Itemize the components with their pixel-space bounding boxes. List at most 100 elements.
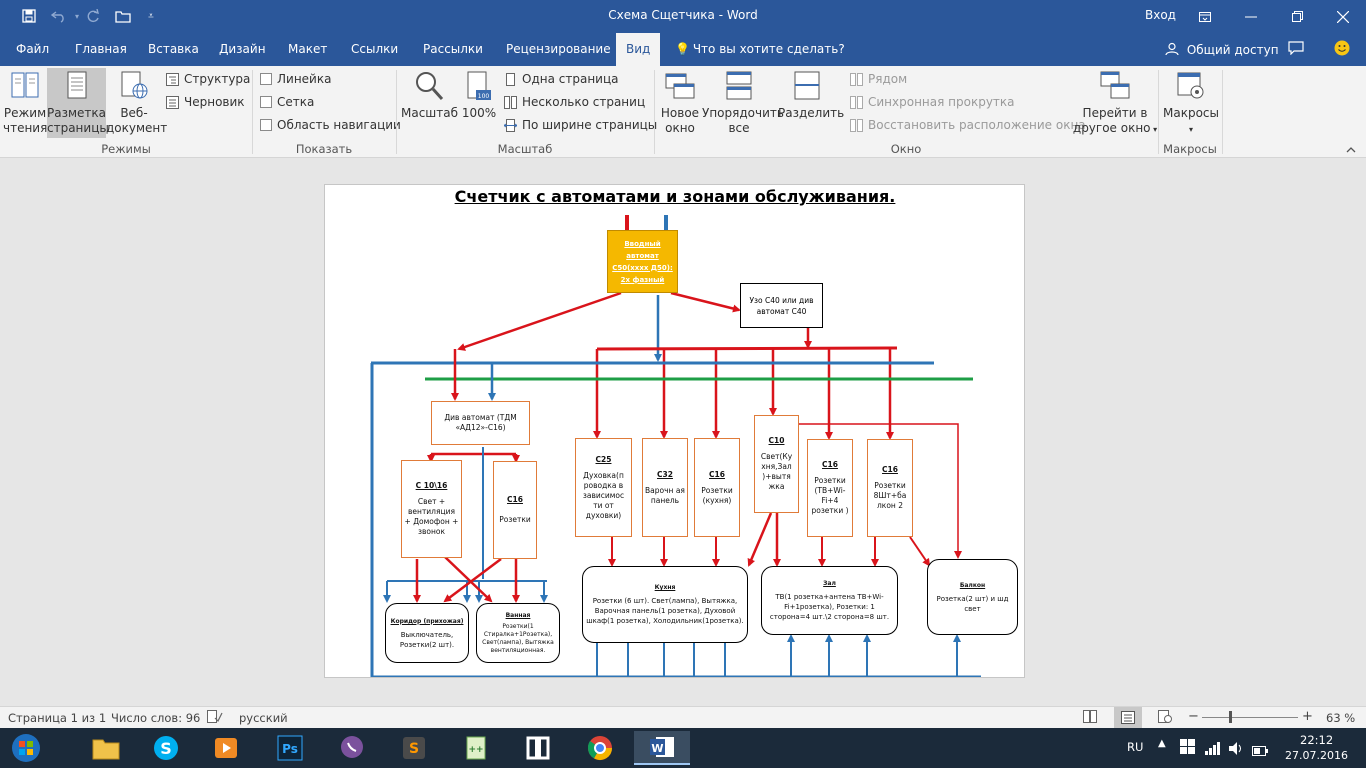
volume-icon[interactable]: [1229, 740, 1245, 759]
zoom-level[interactable]: 63 %: [1326, 711, 1355, 725]
sublime-taskbar-icon[interactable]: S: [390, 731, 438, 765]
multiple-pages-button[interactable]: Несколько страниц: [504, 95, 645, 109]
input-language[interactable]: RU: [1127, 740, 1143, 754]
clock-time[interactable]: 22:12: [1300, 733, 1333, 747]
wire-c10-kitchen: [747, 512, 773, 567]
zone-hall[interactable]: Зал ТВ(1 розетка+антена ТВ+Wi-Fi+1розетк…: [761, 566, 898, 635]
sign-in-link[interactable]: Вход: [1145, 8, 1176, 22]
uzo-box[interactable]: Узо С40 или див автомат С40: [740, 283, 823, 328]
breaker-c10-16[interactable]: С 10\16 Свет + вентиляция + Домофон + зв…: [401, 460, 462, 558]
chrome-taskbar-icon[interactable]: [576, 731, 624, 765]
main-breaker-box[interactable]: Вводный автомат С50(хххх Д50): 2х фазный: [607, 230, 678, 293]
show-hidden-icons[interactable]: ▲: [1158, 738, 1166, 749]
breaker-c32[interactable]: С32 Варочн ая панель: [642, 438, 688, 537]
app-taskbar-icon[interactable]: [514, 731, 562, 765]
collapse-ribbon-icon[interactable]: [1346, 142, 1356, 156]
sync-scroll-button[interactable]: Синхронная прокрутка: [850, 95, 1015, 109]
zoom-out-icon[interactable]: −: [1188, 709, 1199, 724]
battery-icon[interactable]: [1252, 741, 1268, 760]
gridlines-checkbox[interactable]: Сетка: [260, 95, 314, 109]
zoom-100-button[interactable]: 100 100%: [461, 70, 497, 121]
document-heading[interactable]: Счетчик с автоматами и зонами обслуживан…: [450, 187, 900, 206]
zoom-button[interactable]: Масштаб: [401, 70, 458, 121]
photoshop-taskbar-icon[interactable]: Ps: [266, 731, 314, 765]
zone-hall-title: Зал: [823, 580, 836, 587]
share-button[interactable]: Общий доступ: [1165, 42, 1279, 57]
tab-review[interactable]: Рецензирование: [506, 42, 611, 56]
web-layout-view-icon[interactable]: [1158, 710, 1172, 726]
tab-references[interactable]: Ссылки: [351, 42, 398, 56]
comments-icon[interactable]: [1288, 41, 1304, 58]
macros-button[interactable]: Макросы ▾: [1162, 70, 1220, 137]
page-count[interactable]: Страница 1 из 1: [8, 711, 106, 725]
tab-insert[interactable]: Вставка: [148, 42, 199, 56]
zone-corridor[interactable]: Коридор (прихожая) Выключатель, Розетки(…: [385, 603, 469, 663]
network-icon[interactable]: [1205, 740, 1221, 759]
smiley-feedback-icon[interactable]: [1334, 40, 1350, 59]
arrange-all-button[interactable]: Упорядочить все: [702, 70, 784, 136]
skype-taskbar-icon[interactable]: S: [142, 731, 190, 765]
breaker-c25[interactable]: С25 Духовка(п роводка в зависимос ти от …: [575, 438, 632, 537]
breaker-c16-kitchen[interactable]: С16 Розетки (кухня): [694, 438, 740, 537]
restore-icon[interactable]: [1274, 0, 1320, 33]
print-layout-button[interactable]: Разметка страницы: [47, 68, 109, 138]
zone-balcony[interactable]: Балкон Розетка(2 шт) и шд свет: [927, 559, 1018, 635]
zoom-in-icon[interactable]: +: [1302, 709, 1313, 724]
word-count[interactable]: Число слов: 96: [111, 711, 200, 725]
page-width-label: По ширине страницы: [522, 118, 658, 132]
clock-date[interactable]: 27.07.2016: [1285, 749, 1348, 762]
zoom-100-label: 100%: [461, 106, 497, 120]
web-layout-button[interactable]: Веб- документ: [106, 70, 167, 136]
tab-home[interactable]: Главная: [75, 42, 127, 56]
media-player-taskbar-icon[interactable]: [202, 731, 250, 765]
zoom-slider-track[interactable]: [1202, 717, 1298, 718]
read-mode-view-icon[interactable]: [1083, 710, 1097, 726]
ruler-check-box[interactable]: [260, 73, 272, 85]
close-icon[interactable]: [1320, 0, 1366, 33]
word-taskbar-icon[interactable]: W: [634, 731, 690, 765]
ribbon-display-icon[interactable]: [1182, 0, 1228, 33]
tab-mailings[interactable]: Рассылки: [423, 42, 483, 56]
ruler-checkbox[interactable]: Линейка: [260, 72, 331, 86]
page-width-button[interactable]: По ширине страницы: [504, 118, 657, 132]
zone-kitchen[interactable]: Кухня Розетки (6 шт). Свет(лампа), Вытяж…: [582, 566, 748, 643]
read-mode-l1: Режим: [3, 106, 47, 120]
nav-pane-checkbox[interactable]: Область навигации: [260, 118, 401, 132]
action-center-icon[interactable]: [1180, 739, 1195, 758]
reset-position-button[interactable]: Восстановить расположение окна: [850, 118, 1086, 132]
explorer-taskbar-icon[interactable]: [82, 731, 130, 765]
start-button[interactable]: [4, 731, 48, 765]
notepadpp-taskbar-icon[interactable]: ++: [452, 731, 500, 765]
language-indicator[interactable]: русский: [239, 711, 288, 725]
switch-windows-button[interactable]: Перейти в другое окно ▾: [1072, 70, 1158, 137]
div-breaker-box[interactable]: Див автомат (ТДМ «АД12»-С16): [431, 401, 530, 445]
breaker-c16-hall[interactable]: С16 Розетки (ТВ+Wi-Fi+4 розетки ): [807, 439, 853, 537]
breaker-c10[interactable]: С10 Свет(Ку хня,Зал )+вытя жка: [754, 415, 799, 513]
document-area[interactable]: Счетчик с автоматами и зонами обслуживан…: [0, 158, 1366, 706]
document-page[interactable]: Счетчик с автоматами и зонами обслуживан…: [324, 184, 1025, 678]
split-button[interactable]: Разделить: [778, 70, 844, 121]
breaker-c16-a[interactable]: С16 Розетки: [493, 461, 537, 559]
tab-design[interactable]: Дизайн: [219, 42, 266, 56]
tell-me-search[interactable]: 💡 Что вы хотите сделать?: [675, 42, 845, 56]
one-page-button[interactable]: Одна страница: [504, 72, 618, 86]
grid-check-box[interactable]: [260, 96, 272, 108]
zoom-slider-thumb[interactable]: [1229, 711, 1232, 723]
tab-file[interactable]: Файл: [16, 42, 49, 56]
outline-button[interactable]: Структура: [166, 72, 250, 86]
tab-view[interactable]: Вид: [616, 33, 661, 66]
minimize-icon[interactable]: [1228, 0, 1274, 33]
new-window-button[interactable]: Новое окно: [658, 70, 702, 136]
nav-check-box[interactable]: [260, 119, 272, 131]
print-layout-view-icon[interactable]: [1114, 707, 1142, 728]
draft-button[interactable]: Черновик: [166, 95, 245, 109]
tab-layout[interactable]: Макет: [288, 42, 327, 56]
side-by-side-button[interactable]: Рядом: [850, 72, 907, 86]
zone-bathroom-text: Розетки(1 Стиралка+1Розетка), Свет(лампа…: [482, 622, 554, 654]
proofing-icon[interactable]: [207, 710, 223, 726]
read-mode-button[interactable]: Режим чтения: [3, 70, 47, 136]
multiple-pages-icon: [504, 95, 517, 109]
viber-taskbar-icon[interactable]: [328, 731, 376, 765]
zone-bathroom[interactable]: Ванная Розетки(1 Стиралка+1Розетка), Све…: [476, 603, 560, 663]
breaker-c16-sockets[interactable]: С16 Розетки 8Шт+ба лкон 2: [867, 439, 913, 537]
